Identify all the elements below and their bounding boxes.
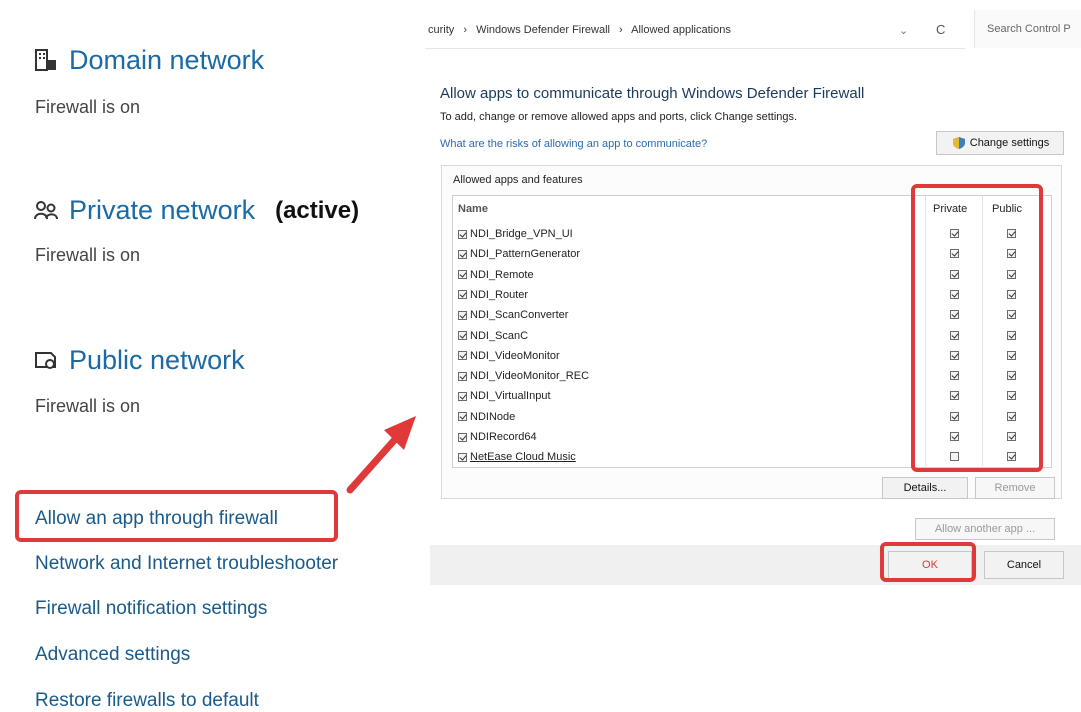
chevron-down-icon[interactable]: ⌄ — [899, 24, 908, 37]
domain-network-heading[interactable]: Domain network — [33, 45, 264, 76]
public-network-label: Public network — [69, 345, 245, 375]
app-enabled-checkbox[interactable] — [458, 229, 467, 239]
app-enabled-checkbox[interactable] — [458, 412, 467, 422]
details-button[interactable]: Details... — [882, 477, 968, 499]
search-placeholder: Search Control P — [987, 23, 1071, 35]
app-row[interactable]: NetEase Cloud Music — [458, 447, 918, 467]
allow-another-app-button[interactable]: Allow another app ... — [915, 518, 1055, 540]
change-settings-button[interactable]: Change settings — [936, 131, 1064, 155]
columns-highlight — [911, 184, 1043, 472]
dialog-title: Allow apps to communicate through Window… — [440, 85, 865, 102]
app-enabled-checkbox[interactable] — [458, 270, 467, 280]
column-header-name[interactable]: Name — [458, 203, 488, 215]
breadcrumb: curity › Windows Defender Firewall › All… — [428, 24, 731, 36]
refresh-icon[interactable]: C — [936, 22, 945, 37]
public-network-heading[interactable]: Public network — [33, 345, 245, 376]
arrow-annotation — [346, 416, 416, 494]
app-row[interactable]: NDI_ScanConverter — [458, 305, 918, 325]
app-enabled-checkbox[interactable] — [458, 391, 467, 401]
domain-network-label: Domain network — [69, 45, 265, 75]
cancel-button[interactable]: Cancel — [984, 551, 1064, 579]
app-row[interactable]: NDIRecord64 — [458, 427, 918, 447]
app-name: NDI_ScanConverter — [470, 309, 569, 322]
group-label: Allowed apps and features — [453, 174, 583, 186]
app-enabled-checkbox[interactable] — [458, 371, 467, 381]
private-network-label: Private network — [69, 195, 256, 225]
app-name: NDINode — [470, 410, 516, 423]
breadcrumb-allowed-apps[interactable]: Allowed applications — [631, 24, 731, 36]
app-enabled-checkbox[interactable] — [458, 351, 467, 361]
domain-network-status: Firewall is on — [35, 97, 141, 117]
shield-icon — [952, 137, 965, 149]
app-enabled-checkbox[interactable] — [458, 249, 467, 259]
private-network-icon — [34, 200, 58, 219]
app-enabled-checkbox[interactable] — [458, 331, 467, 340]
remove-button[interactable]: Remove — [975, 477, 1055, 499]
app-name: NDI_VirtualInput — [470, 390, 551, 403]
allow-app-link[interactable]: Allow an app through firewall — [35, 508, 278, 530]
private-network-heading[interactable]: Private network (active) — [33, 195, 359, 226]
notification-settings-link[interactable]: Firewall notification settings — [35, 598, 267, 620]
troubleshooter-link[interactable]: Network and Internet troubleshooter — [35, 553, 338, 575]
app-name: NDI_Remote — [470, 268, 534, 281]
app-name: NDI_VideoMonitor — [470, 349, 560, 362]
public-network-icon — [35, 351, 56, 369]
dialog-subtitle: To add, change or remove allowed apps an… — [440, 111, 798, 123]
app-row[interactable]: NDI_Bridge_VPN_UI — [458, 224, 918, 244]
advanced-settings-link[interactable]: Advanced settings — [35, 644, 190, 666]
breadcrumb-firewall[interactable]: Windows Defender Firewall — [476, 24, 610, 36]
risks-link[interactable]: What are the risks of allowing an app to… — [440, 138, 707, 150]
app-enabled-checkbox[interactable] — [458, 310, 467, 320]
app-name: NDIRecord64 — [470, 431, 537, 443]
active-indicator: (active) — [275, 196, 360, 224]
app-row[interactable]: NDI_Router — [458, 285, 918, 305]
breadcrumb-security[interactable]: curity — [428, 24, 454, 36]
change-settings-label: Change settings — [969, 137, 1050, 149]
app-row[interactable]: NDI_Remote — [458, 265, 918, 285]
app-name: NDI_VideoMonitor_REC — [470, 370, 590, 383]
app-row[interactable]: NDI_VirtualInput — [458, 386, 918, 406]
restore-defaults-link[interactable]: Restore firewalls to default — [35, 690, 259, 712]
search-input[interactable]: Search Control P — [974, 10, 1081, 48]
app-name: NDI_ScanC — [470, 329, 529, 342]
ok-highlight — [880, 542, 976, 582]
app-row[interactable]: NDINode — [458, 407, 918, 427]
app-name: NDI_Bridge_VPN_UI — [470, 228, 573, 240]
app-name: NetEase Cloud Music — [470, 451, 576, 464]
app-name: NDI_PatternGenerator — [470, 248, 581, 261]
app-enabled-checkbox[interactable] — [458, 452, 467, 462]
app-row[interactable]: NDI_PatternGenerator — [458, 244, 918, 264]
breadcrumb-separator: › — [463, 24, 468, 36]
domain-network-icon — [35, 48, 56, 71]
public-network-status: Firewall is on — [35, 396, 141, 416]
app-enabled-checkbox[interactable] — [458, 290, 467, 300]
app-row[interactable]: NDI_VideoMonitor_REC — [458, 366, 918, 386]
private-network-status: Firewall is on — [35, 245, 141, 265]
app-row[interactable]: NDI_VideoMonitor — [458, 346, 918, 366]
app-name: NDI_Router — [470, 288, 529, 301]
breadcrumb-separator: › — [619, 24, 623, 36]
app-enabled-checkbox[interactable] — [458, 432, 467, 442]
app-row[interactable]: NDI_ScanC — [458, 326, 918, 346]
